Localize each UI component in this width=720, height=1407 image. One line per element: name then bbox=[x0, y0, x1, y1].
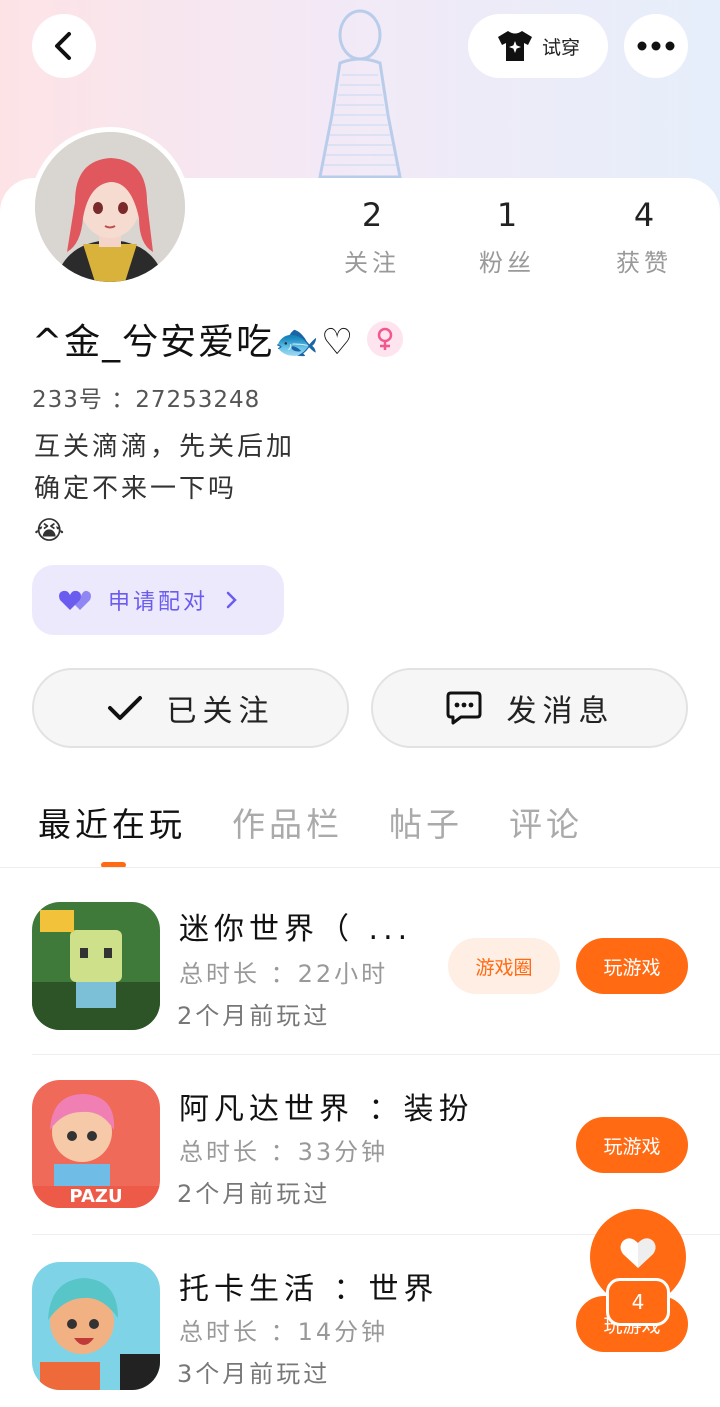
checkmark-icon bbox=[107, 696, 142, 720]
stat-following-label: 关注 bbox=[344, 249, 400, 277]
stat-followers-label: 粉丝 bbox=[479, 249, 535, 277]
bio-line: 确定不来一下吗 bbox=[34, 474, 238, 504]
heart-icon bbox=[620, 1238, 656, 1268]
back-button[interactable] bbox=[32, 14, 96, 78]
chevron-left-icon bbox=[55, 32, 71, 60]
game-circle-button[interactable]: 游戏圈 bbox=[448, 938, 560, 994]
game-last-played: 2个月前玩过 bbox=[177, 1180, 331, 1208]
game-playtime: 总时长 ：14分钟 bbox=[179, 1318, 389, 1346]
svg-text:PAZU: PAZU bbox=[69, 1186, 122, 1207]
bio-emoji: 😭 bbox=[34, 516, 68, 546]
request-pair-label: 申请配对 bbox=[108, 590, 209, 615]
more-button[interactable] bbox=[624, 14, 688, 78]
game-name: 托卡生活 ：世界 bbox=[179, 1272, 439, 1307]
chat-bubble-icon bbox=[446, 691, 481, 725]
avatar-3d-preview[interactable] bbox=[310, 5, 410, 180]
game-last-played: 3个月前玩过 bbox=[177, 1360, 331, 1388]
user-id: 233号 ：27253248 bbox=[32, 387, 261, 413]
stat-followers[interactable]: 1 粉丝 bbox=[447, 195, 567, 278]
divider bbox=[0, 867, 720, 868]
tab-posts[interactable]: 帖子 bbox=[389, 798, 463, 846]
avatar-world-game-icon: PAZU bbox=[32, 1080, 160, 1208]
play-game-button[interactable]: 玩游戏 bbox=[576, 1117, 688, 1173]
tab-comments[interactable]: 评论 bbox=[509, 798, 583, 846]
tab-recently-played[interactable]: 最近在玩 bbox=[38, 798, 186, 846]
try-on-label: 试穿 bbox=[541, 36, 580, 59]
game-name: 阿凡达世界 ：装扮 bbox=[179, 1092, 474, 1127]
more-dots-icon bbox=[637, 41, 675, 51]
game-last-played: 2个月前玩过 bbox=[177, 1002, 331, 1030]
send-message-label: 发消息 bbox=[506, 694, 615, 729]
chevron-right-icon bbox=[226, 591, 237, 609]
bio: 互关滴滴，先关后加 确定不来一下吗 😭 bbox=[34, 426, 295, 552]
avatar[interactable] bbox=[30, 127, 190, 287]
female-icon bbox=[367, 321, 404, 357]
toca-life-game-icon bbox=[32, 1262, 160, 1390]
avatar-image bbox=[35, 132, 185, 282]
stat-followers-count: 1 bbox=[496, 196, 518, 234]
stat-likes-count: 4 bbox=[633, 196, 655, 234]
stat-likes[interactable]: 4 获赞 bbox=[584, 195, 704, 278]
try-on-button[interactable]: 试穿 bbox=[468, 14, 608, 78]
profile-tabs: 最近在玩 作品栏 帖子 评论 bbox=[38, 798, 583, 846]
game-playtime: 总时长 ：22小时 bbox=[179, 960, 389, 988]
tab-works[interactable]: 作品栏 bbox=[232, 798, 343, 846]
double-heart-icon bbox=[59, 590, 91, 610]
stat-following-count: 2 bbox=[361, 196, 383, 234]
following-button[interactable]: 已关注 bbox=[32, 668, 349, 748]
game-name: 迷你世界（ ... bbox=[179, 912, 413, 947]
following-label: 已关注 bbox=[166, 694, 275, 729]
nickname-row: ^金_兮安爱吃🐟♡ bbox=[32, 313, 404, 365]
tshirt-sparkle-icon bbox=[497, 31, 532, 61]
game-row[interactable]: 迷你世界（ ... 总时长 ：22小时 2个月前玩过 游戏圈 玩游戏 bbox=[32, 900, 720, 1080]
stat-likes-label: 获赞 bbox=[616, 249, 672, 277]
nickname: ^金_兮安爱吃🐟♡ bbox=[32, 322, 356, 363]
game-playtime: 总时长 ：33分钟 bbox=[179, 1138, 389, 1166]
like-count-badge: 4 bbox=[606, 1278, 670, 1326]
mini-world-game-icon bbox=[32, 902, 160, 1030]
bio-line: 互关滴滴，先关后加 bbox=[34, 432, 296, 462]
play-game-button[interactable]: 玩游戏 bbox=[576, 938, 688, 994]
send-message-button[interactable]: 发消息 bbox=[371, 668, 688, 748]
stat-following[interactable]: 2 关注 bbox=[312, 195, 432, 278]
request-pair-button[interactable]: 申请配对 bbox=[32, 565, 284, 635]
divider bbox=[32, 1054, 720, 1055]
